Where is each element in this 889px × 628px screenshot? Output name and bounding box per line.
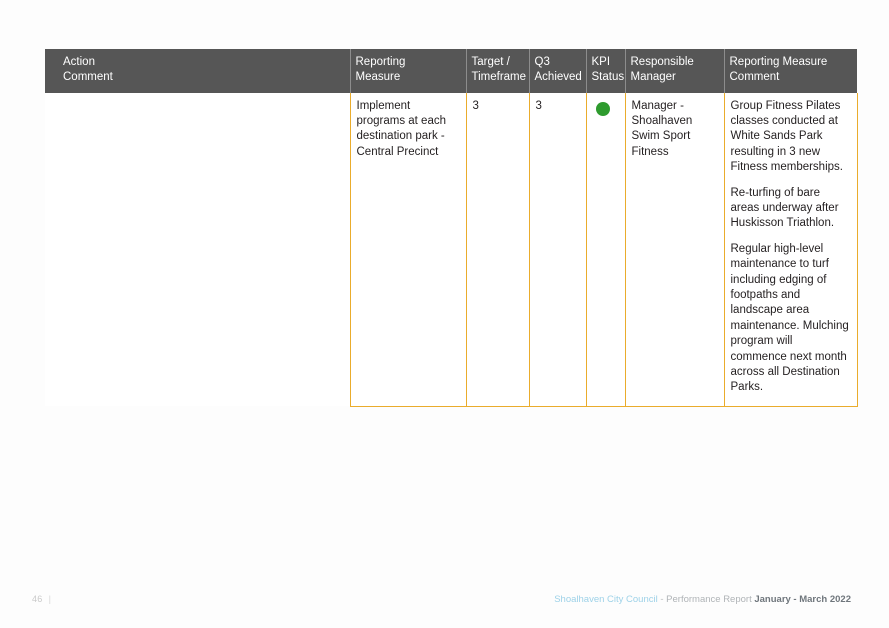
column-header-reporting-measure-comment: Reporting Measure Comment <box>723 49 857 93</box>
comment-paragraph: Group Fitness Pilates classes conducted … <box>730 99 843 174</box>
footer-separator: - <box>657 594 667 605</box>
footer-period: January - March 2022 <box>754 594 851 605</box>
comment-paragraph: Regular high-level maintenance to turf i… <box>730 242 849 394</box>
cell-responsible-manager: Manager - Shoalhaven Swim Sport Fitness <box>624 92 724 407</box>
cell-target-timeframe: 3 <box>465 92 529 407</box>
cell-reporting-measure: Implement programs at each destination p… <box>349 92 466 407</box>
column-header-target-timeframe: Target / Timeframe <box>465 49 529 93</box>
footer-document-info: Shoalhaven City Council - Performance Re… <box>554 594 851 605</box>
footer-document-title: Performance Report <box>666 594 755 605</box>
table-body: Implement programs at each destination p… <box>45 92 858 407</box>
table-header: Action Comment Reporting Measure Target … <box>45 49 857 93</box>
page-number-divider: | <box>48 594 52 604</box>
column-header-responsible-manager: Responsible Manager <box>624 49 724 93</box>
footer-page-number: 46 | <box>32 594 51 604</box>
performance-report-table: Action Comment Reporting Measure Target … <box>45 49 858 407</box>
column-header-reporting-measure: Reporting Measure <box>349 49 466 93</box>
table-row: Implement programs at each destination p… <box>45 92 858 407</box>
page-number: 46 <box>32 594 43 604</box>
cell-reporting-measure-comment: Group Fitness Pilates classes conducted … <box>723 92 858 407</box>
table-header-row: Action Comment Reporting Measure Target … <box>45 49 857 93</box>
cell-action-comment <box>45 92 350 407</box>
column-header-kpi-status: KPI Status <box>585 49 625 93</box>
document-page: Action Comment Reporting Measure Target … <box>0 0 889 628</box>
footer-organisation: Shoalhaven City Council <box>554 594 658 605</box>
cell-q3-achieved: 3 <box>528 92 586 407</box>
status-dot-green-icon <box>595 101 610 116</box>
cell-kpi-status <box>585 92 625 407</box>
column-header-action-comment: Action Comment <box>45 49 350 93</box>
comment-paragraph: Re-turfing of bare areas underway after … <box>730 186 839 230</box>
column-header-q3-achieved: Q3 Achieved <box>528 49 586 93</box>
